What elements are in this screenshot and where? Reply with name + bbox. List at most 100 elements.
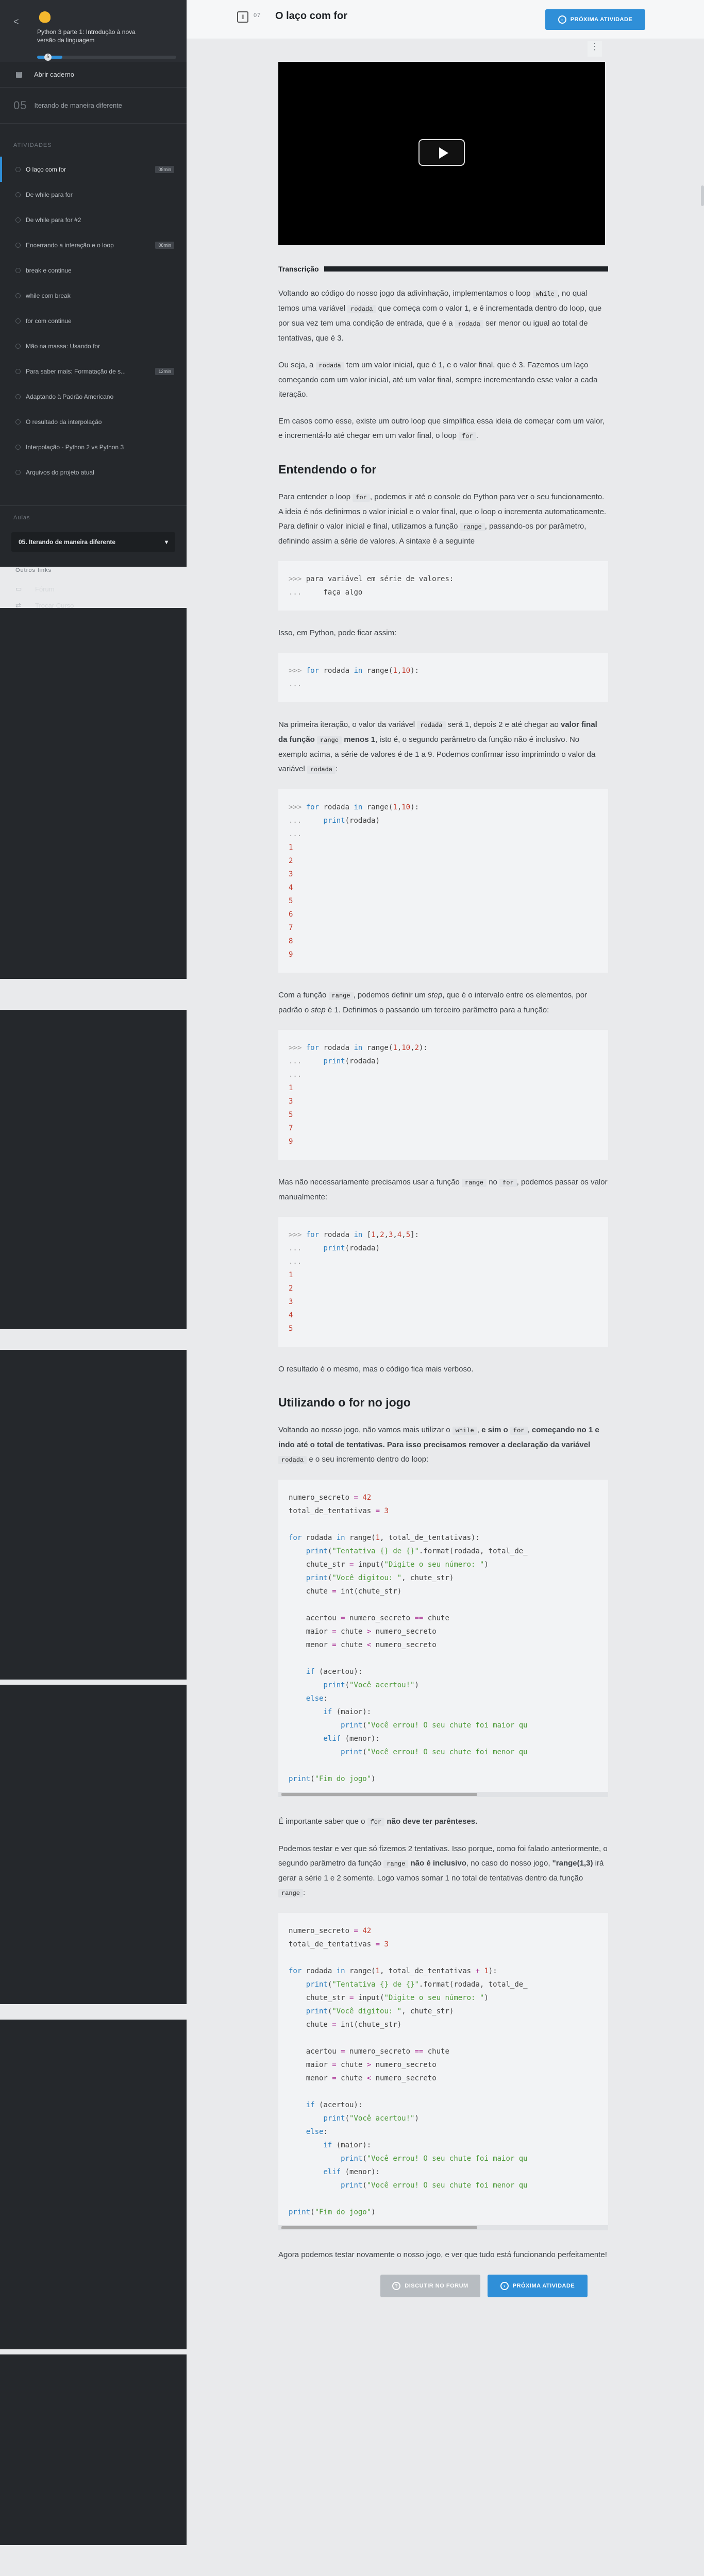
lesson-item[interactable]: De while para for #2 (0, 207, 187, 232)
page: < Python 3 parte 1: Introdução à nova ve… (0, 0, 704, 2576)
lesson-duration: 08min (155, 241, 174, 249)
page-title: O laço com for (275, 10, 348, 22)
section-heading: Utilizando o for no jogo (278, 1396, 411, 1409)
forum-icon: ? (392, 2282, 401, 2290)
paragraph: Mas não necessariamente precisamos usar … (278, 1178, 608, 1201)
chevron-down-icon: ▾ (164, 538, 168, 546)
sidebar-ghost-2 (0, 1010, 187, 1329)
notebook-icon: ▤ (15, 70, 23, 78)
progress-badge: 5 (44, 54, 52, 61)
sidebar-ghost-3 (0, 1350, 187, 1680)
forum-link-label: Fórum (35, 585, 55, 593)
status-circle-icon (15, 217, 21, 223)
toggle-sidebar-icon[interactable]: ‖ (237, 11, 248, 23)
status-circle-icon (15, 469, 21, 475)
lesson-title: while com break (26, 292, 71, 299)
lesson-title: De while para for #2 (26, 216, 81, 224)
course-progress-bar (37, 56, 176, 59)
forum-icon: ▭ (15, 585, 22, 592)
next-activity-button[interactable]: › PRÓXIMA ATIVIDADE (545, 9, 645, 30)
paragraph: É importante saber que o for não deve te… (278, 1817, 478, 1826)
lesson-title: Mão na massa: Usando for (26, 342, 100, 350)
paragraph: Voltando ao nosso jogo, não vamos mais u… (278, 1426, 599, 1464)
sidebar: < Python 3 parte 1: Introdução à nova ve… (0, 0, 187, 609)
lesson-content: Transcrição Voltando ao código do nosso … (278, 39, 608, 2297)
lesson-item[interactable]: Para saber mais: Formatação de s... 12min (0, 359, 187, 384)
status-circle-icon (15, 267, 21, 273)
lesson-item[interactable]: O laço com for 08min (0, 157, 187, 182)
status-circle-icon (15, 318, 21, 324)
sidebar-ghost-6 (0, 2354, 187, 2545)
code-horizontal-scrollbar[interactable] (278, 1792, 608, 1797)
lesson-item[interactable]: Encerrando a interação e o loop 08min (0, 232, 187, 258)
lesson-title: Adaptando à Padrão Americano (26, 393, 114, 400)
lesson-list: O laço com for 08min De while para for De w… (0, 157, 187, 485)
code-horizontal-scrollbar[interactable] (278, 2225, 608, 2230)
course-title[interactable]: Python 3 parte 1: Introdução à nova vers… (37, 28, 140, 44)
discuss-forum-button[interactable]: ? DISCUTIR NO FORUM (380, 2275, 480, 2297)
sidebar-header: < Python 3 parte 1: Introdução à nova ve… (0, 0, 187, 62)
bottom-next-activity-button[interactable]: › PRÓXIMA ATIVIDADE (488, 2275, 588, 2297)
lesson-item[interactable]: De while para for (0, 182, 187, 207)
lesson-item[interactable]: O resultado da interpolação (0, 409, 187, 434)
paragraph: Para entender o loop for, podemos ir até… (278, 493, 607, 546)
lesson-item[interactable]: while com break (0, 283, 187, 308)
transcript-label: Transcrição (278, 265, 319, 273)
activity-number: 07 (254, 12, 261, 19)
previous-section-link[interactable]: 05 Iterando de maneira diferente (0, 88, 187, 124)
status-circle-icon (15, 192, 21, 197)
code-block: >>> for rodada in range(1,10): ... (278, 653, 608, 702)
paragraph: O resultado é o mesmo, mas o código fica… (278, 1365, 474, 1374)
section-heading: Entendendo o for (278, 463, 377, 476)
status-circle-icon (15, 368, 21, 374)
lesson-title: for com continue (26, 317, 72, 325)
discuss-forum-label: DISCUTIR NO FORUM (405, 2283, 468, 2289)
paragraph: Agora podemos testar novamente o nosso j… (278, 2250, 607, 2259)
lesson-item[interactable]: break e continue (0, 258, 187, 283)
lesson-title: Arquivos do projeto atual (26, 468, 94, 476)
paragraph: Isso, em Python, pode ficar assim: (278, 629, 397, 637)
open-notebook-button[interactable]: ▤ Abrir caderno (0, 62, 187, 88)
code-block: >>> for rodada in range(1,10): ... print… (278, 789, 608, 973)
open-notebook-label: Abrir caderno (34, 71, 75, 78)
code-block: numero_secreto = 42 total_de_tentativas … (278, 1480, 608, 1797)
lesson-title: O resultado da interpolação (26, 418, 102, 426)
arrow-right-icon: › (558, 15, 566, 24)
share-icon[interactable]: < (13, 16, 19, 27)
section-select[interactable]: 05. Iterando de maneira diferente ▾ (11, 532, 175, 552)
status-circle-icon (15, 444, 21, 450)
lesson-item[interactable]: Adaptando à Padrão Americano (0, 384, 187, 409)
course-logo-icon (39, 11, 51, 23)
activities-heading: Atividades (13, 142, 52, 148)
bottom-actions: ? DISCUTIR NO FORUM › PRÓXIMA ATIVIDADE (278, 2275, 608, 2297)
paragraph: Podemos testar e ver que só fizemos 2 te… (278, 1844, 608, 1897)
paragraph: Em casos como esse, existe um outro loop… (278, 417, 605, 440)
lesson-title: De while para for (26, 191, 73, 198)
code-block: numero_secreto = 42 total_de_tentativas … (278, 1913, 608, 2230)
lesson-duration: 12min (155, 367, 174, 375)
forum-link[interactable]: ▭ Fórum (0, 581, 187, 597)
section-number: 05 (13, 98, 27, 112)
lesson-item[interactable]: Mão na massa: Usando for (0, 333, 187, 359)
section-title: Iterando de maneira diferente (34, 101, 123, 109)
lesson-item[interactable]: Interpolação - Python 2 vs Python 3 (0, 434, 187, 460)
lesson-title: break e continue (26, 266, 72, 274)
bottom-next-label: PRÓXIMA ATIVIDADE (512, 2283, 575, 2289)
lesson-item[interactable]: Arquivos do projeto atual (0, 460, 187, 485)
status-circle-icon (15, 293, 21, 298)
lesson-item[interactable]: for com continue (0, 308, 187, 333)
video-player[interactable] (278, 62, 605, 245)
lesson-title: O laço com for (26, 165, 66, 173)
code-block: >>> for rodada in [1,2,3,4,5]: ... print… (278, 1217, 608, 1347)
page-scrollbar[interactable] (701, 185, 704, 206)
top-bar: ‖ 07 O laço com for › PRÓXIMA ATIVIDADE (187, 0, 704, 39)
status-circle-icon (15, 166, 21, 172)
paragraph: Com a função range, podemos definir um s… (278, 991, 588, 1014)
next-activity-label: PRÓXIMA ATIVIDADE (570, 16, 633, 23)
paragraph: Ou seja, a rodada tem um valor inicial, … (278, 361, 598, 399)
sidebar-ghost-5 (0, 2020, 187, 2349)
sidebar-ghost-1 (0, 608, 187, 979)
status-circle-icon (15, 242, 21, 248)
play-icon[interactable] (418, 139, 465, 166)
arrow-right-icon: › (500, 2282, 509, 2290)
